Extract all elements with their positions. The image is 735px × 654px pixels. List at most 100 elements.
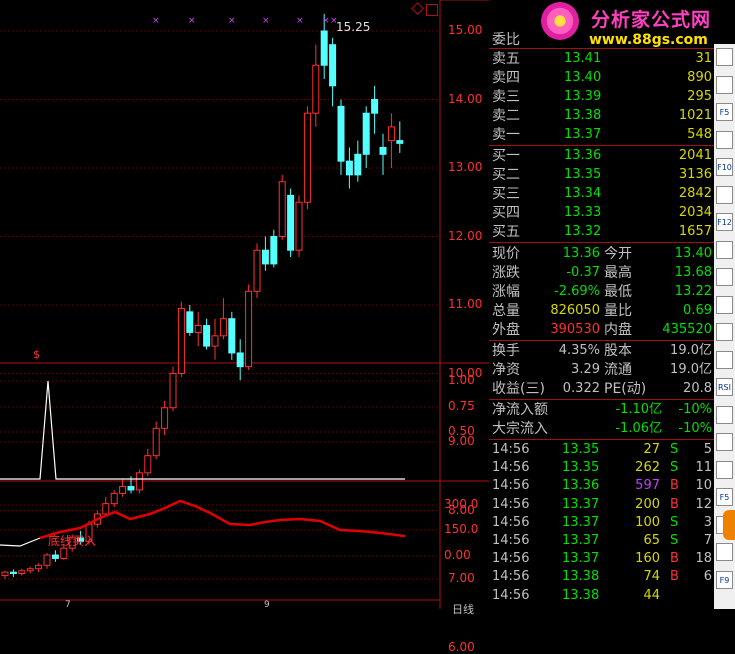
- price-tick-label: 7.00: [448, 571, 475, 585]
- bid-row: 买三 13.34 2842: [489, 185, 714, 203]
- top-marker-icon: ×: [262, 16, 270, 26]
- top-marker-icon: ×: [322, 16, 330, 26]
- candle-body: [60, 547, 68, 559]
- dollar-signal: $: [33, 348, 40, 361]
- macd-tick-label: 150.0: [444, 522, 479, 536]
- tick-volume: 100: [635, 514, 660, 530]
- candle-body: [18, 570, 26, 575]
- macd-tick-label: 300.0: [444, 497, 479, 511]
- toolbar-button[interactable]: [716, 323, 733, 341]
- weibi-label: 委比: [492, 32, 520, 48]
- price-tick-label: 14.00: [448, 91, 483, 106]
- toolbar-button[interactable]: [716, 405, 733, 424]
- candle-body: [51, 554, 59, 559]
- tick-time: 14:56: [492, 587, 530, 603]
- stat-label: 换手: [492, 343, 520, 359]
- price-tick-label: 6.00: [448, 639, 475, 654]
- toolbar-button[interactable]: F5: [716, 103, 733, 121]
- candle-body: [320, 30, 328, 66]
- flow-percent: -10%: [678, 421, 712, 436]
- toolbar-button[interactable]: [716, 185, 733, 204]
- bid-price: 13.36: [564, 148, 602, 163]
- tick-count: 6: [703, 569, 712, 585]
- stat-label: 流通: [604, 362, 632, 378]
- toolbar-button[interactable]: F12: [716, 213, 733, 231]
- toolbar-button[interactable]: F9: [716, 570, 733, 589]
- tick-price: 13.37: [562, 551, 600, 567]
- bid-price: 13.33: [564, 205, 602, 220]
- price-tick-label: 13.00: [448, 160, 483, 174]
- tick-time: 14:56: [492, 569, 530, 585]
- tick-count: 7: [703, 533, 712, 548]
- stat-label: PE(动): [604, 381, 647, 397]
- toolbar-button[interactable]: [716, 295, 733, 314]
- ask-row: 卖三 13.39 295: [489, 88, 714, 106]
- stat-label: 总量: [492, 303, 520, 319]
- candle-body: [110, 492, 118, 505]
- flow-label: 大宗流入: [492, 421, 548, 437]
- toolbar-button[interactable]: [716, 433, 733, 451]
- tick-row: 14:56 13.35 27 S 5: [489, 441, 714, 459]
- stat-value: 13.68: [674, 265, 712, 280]
- toolbar-button[interactable]: [716, 75, 733, 94]
- ask-volume: 548: [687, 127, 712, 142]
- stat-label: 股本: [604, 343, 632, 359]
- tick-volume: 597: [635, 478, 660, 494]
- candle-body: [253, 249, 261, 292]
- tick-side: B: [670, 569, 679, 585]
- tick-time: 14:56: [492, 514, 530, 530]
- toolbar-button[interactable]: [716, 130, 733, 149]
- stat-label: 现价: [492, 246, 520, 262]
- tick-count: 10: [695, 478, 712, 494]
- price-tick-label: 15.00: [448, 23, 483, 37]
- toolbar-button[interactable]: [716, 268, 733, 286]
- ask-price: 13.38: [564, 108, 602, 123]
- toolbar-button[interactable]: RSI: [716, 378, 733, 396]
- ask-row: 卖一 13.37 548: [489, 126, 714, 144]
- stat-row: 净资 3.29 流通 19.0亿: [489, 361, 714, 379]
- stat-row: 涨跌 -0.37 最高 13.68: [489, 264, 714, 282]
- top-marker-icon: ×: [152, 16, 160, 26]
- candle-body: [261, 249, 269, 265]
- bid-price: 13.32: [564, 224, 602, 239]
- toolbar-button[interactable]: [716, 240, 733, 259]
- scroll-hint: [723, 510, 735, 540]
- candle-body: [387, 126, 395, 142]
- toolbar-button[interactable]: [716, 350, 733, 369]
- stat-label: 收益(三): [492, 381, 545, 397]
- tick-row: 14:56 13.38 44: [489, 587, 714, 605]
- tick-count: 5: [703, 442, 712, 457]
- tick-side: B: [670, 478, 679, 494]
- kline-chart[interactable]: × × × × × × ×: [0, 0, 489, 609]
- candle-body: [119, 486, 127, 494]
- buy-signal-label: 底线买入: [48, 534, 97, 548]
- ask-price: 13.37: [564, 127, 602, 142]
- logo: 分析家公式网 www.88gs.com: [489, 0, 735, 48]
- toolbar-button[interactable]: [716, 48, 733, 66]
- bid-volume: 2842: [678, 186, 712, 201]
- candle-body: [127, 486, 135, 491]
- tick-volume: 200: [635, 496, 660, 512]
- toolbar-button[interactable]: F10: [716, 158, 733, 176]
- candle-body: [228, 318, 236, 354]
- stat-label: 内盘: [604, 322, 632, 338]
- tick-time: 14:56: [492, 442, 530, 457]
- toolbar-button[interactable]: F5: [716, 488, 733, 506]
- toolbar-button[interactable]: [716, 460, 733, 479]
- stat-value: 0.322: [562, 381, 600, 396]
- tick-price: 13.37: [562, 514, 600, 530]
- window-button-icon[interactable]: [426, 4, 438, 16]
- candle-body: [102, 503, 110, 515]
- ask-volume: 1021: [678, 108, 712, 123]
- tick-row: 14:56 13.37 100 S 3: [489, 514, 714, 532]
- stat-label: 今开: [604, 246, 632, 262]
- ask-label: 卖二: [492, 108, 520, 124]
- toolbar-button[interactable]: [716, 543, 733, 561]
- stat-label: 最低: [604, 284, 632, 300]
- bid-row: 买四 13.33 2034: [489, 204, 714, 222]
- stat-label: 量比: [604, 303, 632, 319]
- candle-body: [135, 472, 143, 491]
- tick-price: 13.35: [562, 442, 600, 457]
- flow-value: -1.10亿: [615, 402, 662, 417]
- bid-label: 买一: [492, 148, 520, 164]
